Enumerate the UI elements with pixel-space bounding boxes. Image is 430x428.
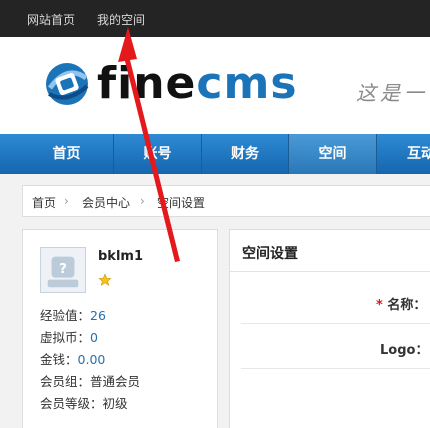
money-label: 金钱：: [40, 352, 78, 367]
required-mark: *: [376, 298, 383, 313]
page: 网站首页 我的空间 finecms 这是一 首页 账号 财务 空间 互动 首页 …: [0, 0, 430, 428]
nav-item-interact[interactable]: 互动: [377, 134, 430, 174]
group-label: 会员组：: [40, 374, 91, 389]
group-row: 会员组：普通会员: [40, 371, 140, 390]
exp-label: 经验值：: [40, 308, 91, 323]
form-row-divider: [241, 323, 430, 324]
settings-divider: [230, 271, 430, 272]
logo-field-label: Logo：: [380, 343, 429, 358]
top-bar: 网站首页 我的空间: [0, 0, 430, 37]
nav-item-space[interactable]: 空间: [289, 134, 377, 174]
logo-fine-text: fine: [97, 58, 197, 109]
site-home-link[interactable]: 网站首页: [27, 11, 75, 28]
name-label-text: 名称：: [387, 298, 427, 313]
money-value[interactable]: 0.00: [78, 352, 106, 367]
level-label: 会员等级：: [40, 396, 103, 411]
nav-item-home[interactable]: 首页: [20, 134, 114, 174]
exp-row: 经验值：26: [40, 305, 106, 324]
space-settings-panel: 空间设置 * 名称： Logo：: [229, 229, 430, 428]
money-row: 金钱：0.00: [40, 349, 105, 368]
logo-icon[interactable]: [40, 58, 94, 110]
breadcrumb-home[interactable]: 首页: [32, 194, 56, 211]
username: bklm1: [98, 249, 143, 264]
coin-label: 虚拟币：: [40, 330, 91, 345]
nav-item-account[interactable]: 账号: [114, 134, 202, 174]
svg-text:?: ?: [59, 262, 67, 277]
form-row-divider: [241, 368, 430, 369]
level-row: 会员等级：初级: [40, 393, 128, 412]
coin-row: 虚拟币：0: [40, 327, 98, 346]
coin-value[interactable]: 0: [90, 330, 98, 345]
user-info-panel: ? bklm1 经验值：26 虚拟币：0 金钱：0.00 会员组：普通会员 会员…: [22, 229, 218, 428]
my-space-link[interactable]: 我的空间: [97, 11, 145, 28]
star-icon: [98, 273, 112, 286]
breadcrumb-member-center[interactable]: 会员中心: [82, 194, 130, 211]
nav-item-finance[interactable]: 财务: [202, 134, 289, 174]
logo-wordmark[interactable]: finecms: [97, 58, 298, 110]
level-value: 初级: [102, 396, 128, 411]
chevron-right-icon: ›: [140, 194, 145, 208]
slogan: 这是一: [356, 81, 428, 105]
exp-value[interactable]: 26: [90, 308, 106, 323]
settings-title: 空间设置: [242, 246, 298, 262]
avatar-placeholder-icon[interactable]: ?: [40, 247, 86, 293]
name-field-label: * 名称：: [376, 294, 426, 313]
main-nav: 首页 账号 财务 空间 互动: [0, 134, 430, 174]
breadcrumb: 首页 › 会员中心 › 空间设置: [22, 185, 430, 217]
breadcrumb-current: 空间设置: [157, 196, 206, 210]
chevron-right-icon: ›: [64, 194, 69, 208]
group-value: 普通会员: [90, 374, 141, 389]
logo-cms-text: cms: [196, 58, 298, 109]
header: finecms 这是一: [0, 37, 430, 134]
